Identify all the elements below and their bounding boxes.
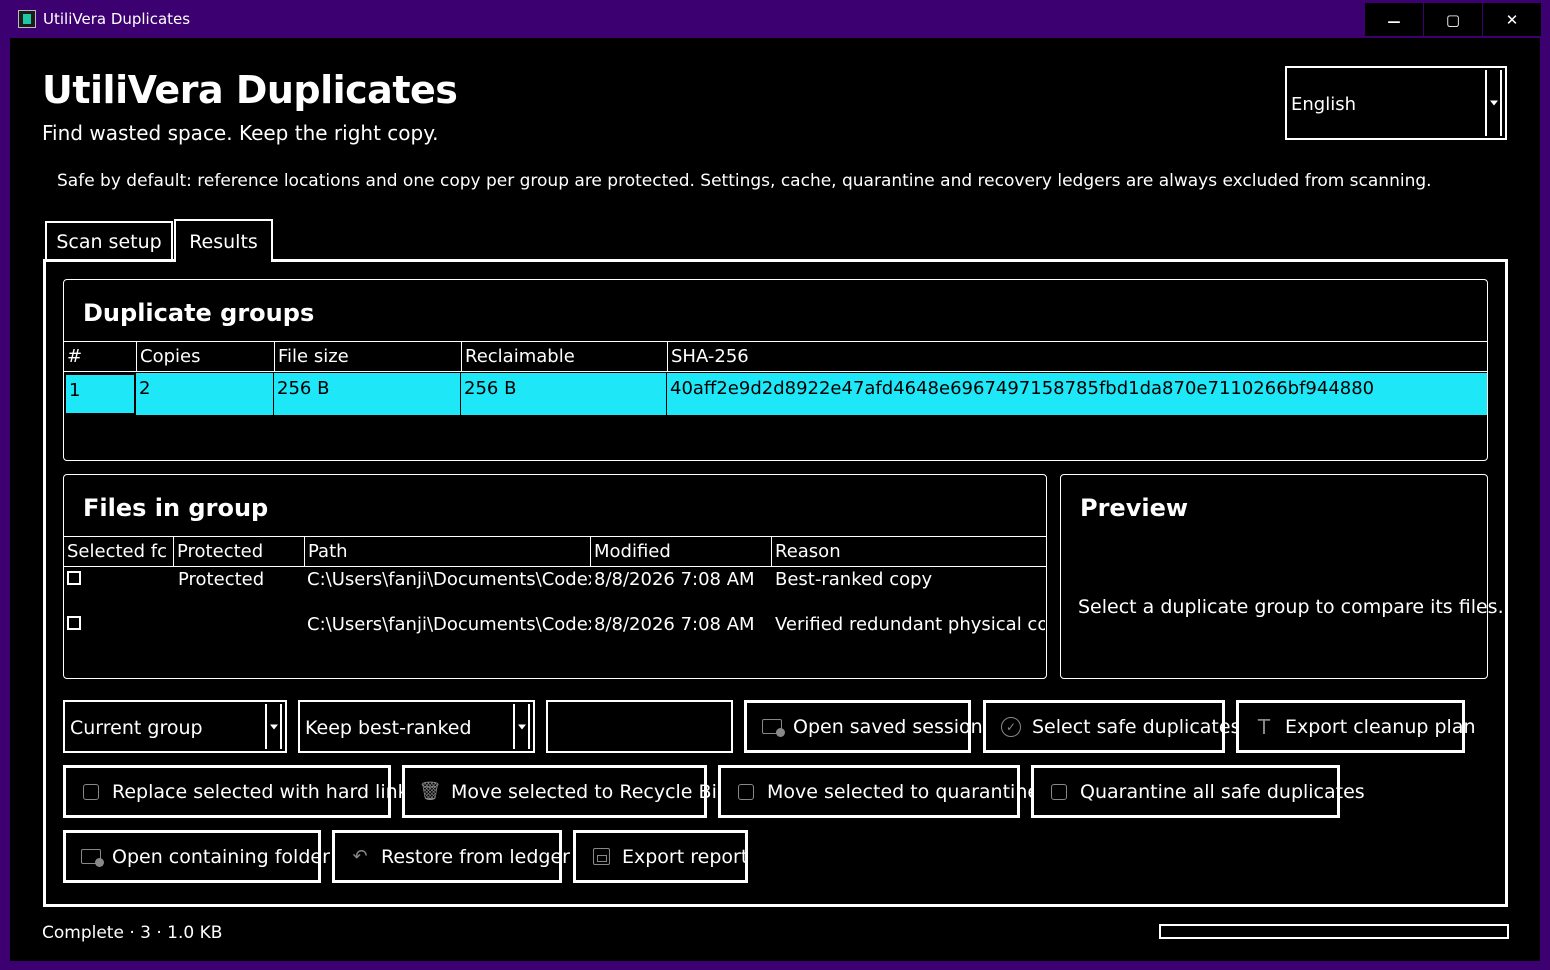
app-icon (18, 10, 36, 28)
cell-path: C:\Users\fanji\Documents\Codex\2 (307, 569, 591, 590)
cell-number: 1 (64, 373, 136, 415)
tab-scan-setup[interactable]: Scan setup (45, 221, 173, 260)
trash-icon: 🗑 (418, 781, 442, 802)
folder-open-icon (761, 716, 785, 738)
move-to-recycle-bin-button[interactable]: 🗑 Move selected to Recycle Bin (402, 765, 729, 818)
table-row[interactable]: C:\Users\fanji\Documents\Codex\2 8/8/202… (64, 614, 1046, 658)
button-label: Replace selected with hard links (112, 780, 419, 803)
tagline: Find wasted space. Keep the right copy. (42, 121, 439, 145)
export-cleanup-plan-button[interactable]: T Export cleanup plan (1236, 700, 1476, 753)
column-header[interactable]: SHA-256 (668, 342, 1487, 372)
cell-file-size: 256 B (274, 373, 461, 415)
column-header[interactable]: File size (275, 342, 462, 372)
minimize-icon: — (1387, 15, 1401, 30)
open-saved-session-button[interactable]: Open saved session (744, 700, 983, 753)
maximize-icon: ▢ (1445, 10, 1461, 29)
button-label: Open containing folder (112, 845, 330, 868)
column-header[interactable]: Selected fc (64, 537, 174, 567)
button-label: Open saved session (793, 715, 983, 738)
save-icon (590, 846, 612, 868)
cell-sha256: 40aff2e9d2d8922e47afd4648e6967497158785f… (670, 378, 1375, 399)
restore-from-ledger-button[interactable]: ↶ Restore from ledger (332, 830, 570, 883)
cell-path: C:\Users\fanji\Documents\Codex\2 (307, 614, 591, 635)
cell-reason: Verified redundant physical copy (775, 614, 1045, 635)
folder-open-icon (80, 846, 104, 868)
column-header[interactable]: Reason (772, 537, 1046, 567)
table-row[interactable]: 1 2 256 B 256 B 40aff2e9d2d8922e47afd464… (64, 373, 1487, 415)
export-report-button[interactable]: Export report (573, 830, 748, 883)
preview-title: Preview (1080, 494, 1189, 522)
open-containing-folder-button[interactable]: Open containing folder (63, 830, 330, 883)
chevron-down-icon (518, 724, 526, 729)
button-label: Restore from ledger (381, 845, 570, 868)
quarantine-icon (735, 781, 757, 803)
safety-note: Safe by default: reference locations and… (57, 171, 1432, 191)
chevron-down-icon (270, 724, 278, 729)
copy-icon (80, 781, 102, 803)
minimize-button[interactable]: — (1365, 3, 1423, 36)
quarantine-icon (1048, 781, 1070, 803)
cell-modified: 8/8/2026 7:08 AM (594, 614, 755, 635)
quarantine-all-button[interactable]: Quarantine all safe duplicates (1031, 765, 1365, 818)
select-checkbox[interactable] (67, 571, 81, 585)
title-bar: UtiliVera Duplicates — ▢ ✕ (0, 0, 1550, 38)
undo-icon: ↶ (352, 846, 368, 867)
column-header[interactable]: Modified (591, 537, 772, 567)
check-circle-icon: ✓ (1000, 716, 1022, 738)
dropdown-arrow[interactable] (265, 704, 282, 749)
close-icon: ✕ (1505, 10, 1519, 29)
column-header[interactable]: # (64, 342, 137, 372)
button-label: Move selected to Recycle Bin (451, 780, 729, 803)
text-icon: T (1257, 714, 1271, 739)
cell-modified: 8/8/2026 7:08 AM (594, 569, 755, 590)
tab-results[interactable]: Results (174, 219, 273, 262)
column-header[interactable]: Protected (174, 537, 305, 567)
column-header[interactable]: Copies (137, 342, 275, 372)
dropdown-arrow[interactable] (513, 704, 530, 749)
move-to-quarantine-button[interactable]: Move selected to quarantine (718, 765, 1039, 818)
progress-bar (1159, 924, 1509, 939)
close-button[interactable]: ✕ (1483, 3, 1541, 36)
button-label: Select safe duplicates (1032, 715, 1241, 738)
preview-message: Select a duplicate group to compare its … (1078, 596, 1504, 618)
button-label: Quarantine all safe duplicates (1080, 780, 1365, 803)
table-row[interactable]: Protected C:\Users\fanji\Documents\Codex… (64, 569, 1046, 613)
column-header[interactable]: Reclaimable (462, 342, 668, 372)
duplicate-groups-title: Duplicate groups (83, 299, 315, 327)
scope-value: Current group (70, 717, 203, 739)
filter-input[interactable] (546, 700, 733, 753)
button-label: Move selected to quarantine (767, 780, 1040, 803)
select-checkbox[interactable] (67, 616, 81, 630)
language-select[interactable]: English (1285, 66, 1507, 140)
dropdown-arrow[interactable] (1485, 70, 1502, 136)
maximize-button[interactable]: ▢ (1424, 3, 1482, 36)
language-value: English (1291, 94, 1356, 115)
cell-protected: Protected (178, 569, 265, 590)
replace-hard-links-button[interactable]: Replace selected with hard links (63, 765, 419, 818)
scope-select[interactable]: Current group (63, 700, 287, 753)
status-text: Complete · 3 · 1.0 KB (42, 923, 223, 943)
chevron-down-icon (1490, 100, 1498, 106)
tab-label: Scan setup (56, 230, 162, 253)
window-title: UtiliVera Duplicates (43, 10, 191, 28)
strategy-select[interactable]: Keep best-ranked (298, 700, 535, 753)
strategy-value: Keep best-ranked (305, 717, 472, 739)
cell-reason: Best-ranked copy (775, 569, 933, 590)
preview-box: Preview (1060, 474, 1488, 679)
duplicate-groups-header: # Copies File size Reclaimable SHA-256 (64, 341, 1487, 372)
cell-reclaimable: 256 B (461, 373, 667, 415)
files-in-group-title: Files in group (83, 494, 269, 522)
files-header: Selected fc Protected Path Modified Reas… (64, 536, 1046, 567)
duplicate-groups-box: Duplicate groups # Copies File size Recl… (63, 279, 1488, 461)
app-heading: UtiliVera Duplicates (42, 68, 458, 112)
column-header[interactable]: Path (305, 537, 591, 567)
tab-label: Results (189, 230, 258, 253)
select-safe-duplicates-button[interactable]: ✓ Select safe duplicates (983, 700, 1240, 753)
button-label: Export report (622, 845, 749, 868)
button-label: Export cleanup plan (1285, 715, 1476, 738)
cell-copies: 2 (136, 373, 274, 415)
files-in-group-box: Files in group Selected fc Protected Pat… (63, 474, 1047, 679)
